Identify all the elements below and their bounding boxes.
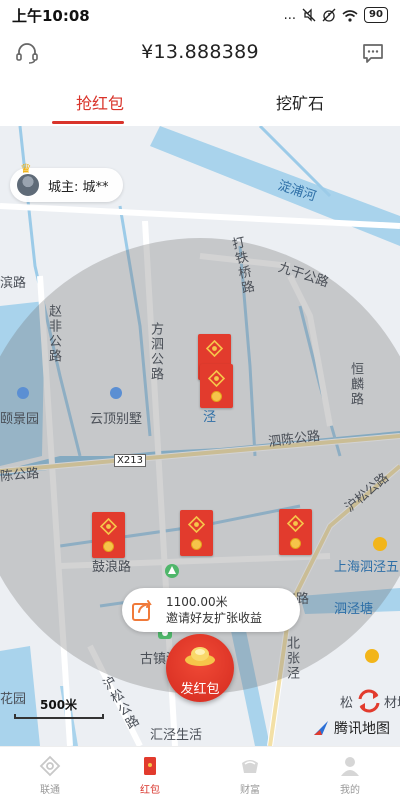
map-label-huijing-life: 汇泾生活 — [150, 728, 203, 743]
chinese-knot-icon — [208, 370, 225, 387]
message-icon[interactable] — [360, 40, 386, 66]
invite-friends-button[interactable]: 1100.00米 邀请好友扩张收益 — [122, 588, 300, 632]
mute-icon — [302, 8, 316, 22]
nav-label-unicom: 联通 — [40, 785, 60, 796]
nav-label-profile: 我的 — [340, 785, 360, 796]
map-label-beizhangjing: 北张泾 — [284, 636, 299, 681]
map-label-sijingtang: 泗泾塘 — [334, 602, 374, 617]
map-label-jing: 泾 — [203, 410, 217, 425]
tab-mine-ore[interactable]: 挖矿石 — [200, 76, 400, 126]
red-envelope-icon — [144, 757, 156, 775]
unicom-icon — [39, 755, 61, 777]
coin-icon — [211, 391, 222, 402]
profile-icon — [341, 757, 359, 776]
chinese-knot-icon — [206, 340, 223, 357]
map-label-song: 松 — [340, 696, 354, 711]
wallet-balance: ¥13.888389 — [141, 41, 259, 63]
map-label-chengong-road: 陈公路 — [0, 466, 40, 485]
status-bar: 上午10:08 ... 90 — [0, 0, 400, 30]
red-envelope-marker[interactable] — [279, 509, 312, 555]
wifi-icon — [342, 9, 358, 22]
chinese-knot-icon — [287, 515, 304, 532]
battery-indicator: 90 — [364, 7, 388, 23]
tab-bar: 抢红包 挖矿石 — [0, 76, 400, 126]
coin-icon — [290, 538, 301, 549]
nav-label-wealth: 财富 — [240, 785, 260, 796]
send-red-envelope-label: 发红包 — [180, 682, 220, 697]
map-label-zhaofei-road: 赵非公路 — [46, 304, 61, 364]
map-label-yunding-villa: 云顶别墅 — [90, 412, 143, 427]
tencent-map-logo-icon — [314, 721, 328, 735]
chinese-knot-icon — [100, 518, 117, 535]
map-road-badge-x213: X213 — [114, 454, 146, 467]
status-icons: ... 90 — [284, 7, 388, 23]
gold-ingot-icon — [185, 647, 215, 666]
red-envelope-marker[interactable] — [200, 364, 233, 408]
tab-grab-red-envelope[interactable]: 抢红包 — [0, 76, 200, 126]
map-label-jingyuan: 颐景园 — [0, 412, 40, 427]
map-scale-bar — [14, 714, 104, 719]
nav-item-unicom[interactable]: 联通 — [0, 747, 100, 800]
coin-icon — [191, 539, 202, 550]
invite-text-block: 1100.00米 邀请好友扩张收益 — [166, 594, 262, 626]
map-label-fangsi-road: 方泗公路 — [148, 322, 163, 382]
headset-icon[interactable] — [14, 40, 40, 66]
map-label-henglin-road: 恒麟路 — [348, 362, 363, 407]
chinese-knot-icon — [188, 516, 205, 533]
avatar: ♛ — [16, 162, 40, 197]
map-label-road: 滨路 — [0, 276, 27, 291]
city-owner-label: 城主: 城** — [48, 179, 109, 195]
red-envelope-marker[interactable] — [92, 512, 125, 558]
map-label-garden: 花园 — [0, 692, 27, 707]
nav-item-wealth[interactable]: 财富 — [200, 747, 300, 800]
city-owner-badge[interactable]: ♛ 城主: 城** — [10, 162, 123, 202]
alarm-icon — [322, 8, 336, 22]
share-icon — [132, 600, 152, 621]
map-label-cai: 材城 — [384, 696, 400, 711]
header: ¥13.888389 — [0, 30, 400, 74]
map-label-gulang-road: 鼓浪路 — [92, 560, 132, 575]
more-dots: ... — [283, 7, 296, 23]
invite-distance: 1100.00米 — [166, 595, 228, 609]
nav-item-red-envelope[interactable]: 红包 — [100, 747, 200, 800]
nav-item-profile[interactable]: 我的 — [300, 747, 400, 800]
coin-icon — [103, 541, 114, 552]
status-time: 上午10:08 — [12, 6, 90, 25]
tencent-map-brand: 腾讯地图 — [312, 718, 390, 738]
send-red-envelope-button[interactable]: 发红包 — [166, 634, 234, 702]
map-scale-label: 500米 — [40, 698, 78, 712]
map-view[interactable]: 淀浦河 滨路 打铁桥路 九干公路 赵非公路 方泗公路 恒麟路 颐景园 云顶别墅 … — [0, 126, 400, 746]
crown-icon: ♛ — [20, 162, 32, 177]
nav-label-red-envelope: 红包 — [140, 785, 160, 796]
invite-description: 邀请好友扩张收益 — [166, 611, 263, 625]
tencent-map-label: 腾讯地图 — [334, 721, 390, 737]
wealth-icon — [242, 760, 258, 773]
refresh-icon[interactable] — [354, 686, 384, 716]
bottom-nav: 联通 红包 财富 我的 — [0, 746, 400, 800]
red-envelope-marker[interactable] — [180, 510, 213, 556]
map-label-sijing-five: 上海泗泾五 — [334, 560, 400, 575]
